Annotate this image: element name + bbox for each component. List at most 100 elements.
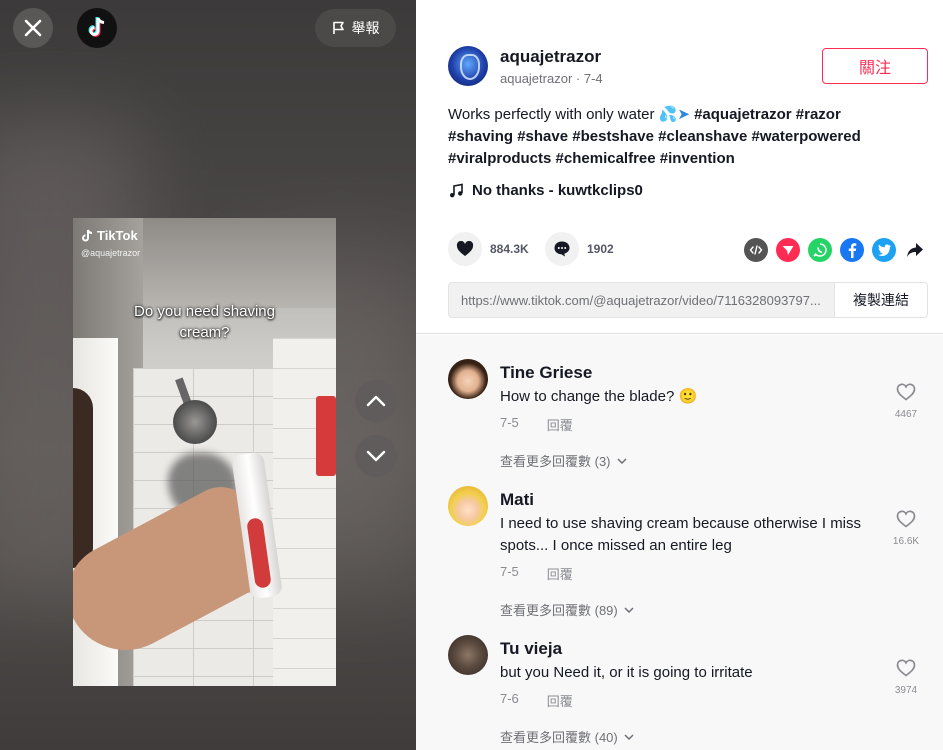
commenter-name[interactable]: Mati <box>500 490 534 510</box>
hashtag[interactable]: #razor <box>796 106 841 123</box>
caption-line: Do you need shaving <box>134 303 275 320</box>
report-label: 舉報 <box>351 20 380 36</box>
hashtag[interactable]: #cleanshave <box>658 128 747 145</box>
view-more-replies[interactable]: 查看更多回覆數 (89) <box>500 600 634 619</box>
music-link[interactable]: No thanks - kuwtkclips0 <box>448 182 643 199</box>
facebook-icon[interactable] <box>840 238 864 262</box>
whatsapp-icon[interactable] <box>808 238 832 262</box>
commenter-name[interactable]: Tine Griese <box>500 363 592 383</box>
description-emoji: 💦➤ <box>658 106 690 123</box>
video-scene <box>73 388 93 568</box>
twitter-glyph <box>878 244 891 256</box>
like-circle <box>448 232 482 266</box>
watermark-user: @aquajetrazor <box>81 248 141 258</box>
comment-date: 7-5 <box>500 564 519 579</box>
heart-icon <box>456 241 474 256</box>
heart-outline-icon <box>896 510 916 528</box>
view-more-label: 查看更多回覆數 (3) <box>500 454 611 469</box>
chevron-down-icon <box>616 457 627 464</box>
hashtag[interactable]: #bestshave <box>572 128 654 145</box>
comment-list: Tine Griese How to change the blade? 🙂 7… <box>416 335 943 750</box>
reply-button[interactable]: 回覆 <box>547 415 573 434</box>
commenter-avatar[interactable] <box>448 359 488 399</box>
previous-video-button[interactable] <box>355 380 397 422</box>
details-pane: aquajetrazor aquajetrazor · 7-4 關注 Works… <box>416 0 943 750</box>
author-handle[interactable]: aquajetrazor <box>500 71 572 86</box>
comment-date: 7-6 <box>500 691 519 706</box>
code-glyph <box>749 245 763 255</box>
comment-like-count: 3974 <box>894 685 918 696</box>
video-player[interactable]: TikTok @aquajetrazor Do you need shaving… <box>73 218 336 686</box>
separator: · <box>575 71 584 86</box>
share-arrow-icon[interactable] <box>904 238 926 262</box>
view-more-replies[interactable]: 查看更多回覆數 (40) <box>500 727 634 746</box>
author-name[interactable]: aquajetrazor <box>500 47 601 67</box>
video-watermark: TikTok <box>81 228 138 243</box>
view-more-label: 查看更多回覆數 (40) <box>500 730 618 745</box>
hashtag[interactable]: #shaving <box>448 128 513 145</box>
whatsapp-glyph <box>813 243 827 257</box>
watermark-text: TikTok <box>97 228 138 243</box>
chevron-up-icon <box>366 395 386 407</box>
chevron-down-icon <box>624 733 634 740</box>
tiktok-note-icon <box>82 229 93 242</box>
hashtag[interactable]: #shave <box>517 128 568 145</box>
follow-button[interactable]: 關注 <box>822 48 928 84</box>
copy-link-button[interactable]: 複製連結 <box>834 283 927 317</box>
commenter-avatar[interactable] <box>448 635 488 675</box>
comment-like-button[interactable]: 3974 <box>888 659 924 696</box>
reply-button[interactable]: 回覆 <box>547 564 573 583</box>
hashtag[interactable]: #aquajetrazor <box>694 106 792 123</box>
comment-text: but you Need it, or it is going to irrit… <box>500 664 753 681</box>
next-video-button[interactable] <box>355 435 397 477</box>
video-description: Works perfectly with only water 💦➤ #aqua… <box>448 104 908 170</box>
video-scene <box>273 338 336 686</box>
video-pane: 舉報 TikTok @aquajetrazor Do you need shav… <box>0 0 416 750</box>
reply-button[interactable]: 回覆 <box>547 691 573 710</box>
comment-like-button[interactable]: 16.6K <box>888 510 924 547</box>
music-title: No thanks - kuwtkclips0 <box>472 182 643 199</box>
flag-icon <box>332 21 344 34</box>
comment-circle <box>545 232 579 266</box>
like-button[interactable]: 884.3K <box>448 232 529 266</box>
comment-text: How to change the blade? 🙂 <box>500 388 698 405</box>
post-date: 7-4 <box>583 71 603 86</box>
hashtag[interactable]: #chemicalfree <box>556 150 656 167</box>
video-scene <box>316 396 336 476</box>
comment-meta: 7-6 回覆 <box>500 691 573 710</box>
like-count: 884.3K <box>490 242 529 256</box>
heart-outline-icon <box>896 383 916 401</box>
commenter-name[interactable]: Tu vieja <box>500 639 562 659</box>
report-button[interactable]: 舉報 <box>315 9 396 47</box>
video-url[interactable]: https://www.tiktok.com/@aquajetrazor/vid… <box>461 293 835 308</box>
send-glyph <box>782 246 794 255</box>
comment-meta: 7-5 回覆 <box>500 415 573 434</box>
video-info: aquajetrazor aquajetrazor · 7-4 關注 Works… <box>416 0 943 334</box>
comment-meta: 7-5 回覆 <box>500 564 573 583</box>
comment-button[interactable]: 1902 <box>545 232 614 266</box>
share-actions <box>744 238 926 262</box>
tiktok-logo-icon <box>88 17 105 37</box>
hashtag[interactable]: #waterpowered <box>752 128 861 145</box>
comment-date: 7-5 <box>500 415 519 430</box>
commenter-avatar[interactable] <box>448 486 488 526</box>
author-avatar[interactable] <box>448 46 488 86</box>
embed-icon[interactable] <box>744 238 768 262</box>
comment-icon <box>554 241 570 257</box>
share-glyph <box>907 243 923 257</box>
tiktok-logo[interactable] <box>77 8 117 48</box>
view-more-replies[interactable]: 查看更多回覆數 (3) <box>500 451 627 470</box>
close-button[interactable] <box>13 8 53 48</box>
chevron-down-icon <box>366 450 386 462</box>
send-icon[interactable] <box>776 238 800 262</box>
comment-count: 1902 <box>587 242 614 256</box>
comment-like-button[interactable]: 4467 <box>888 383 924 420</box>
video-scene <box>173 400 217 444</box>
comment-text: I need to use shaving cream because othe… <box>500 515 862 554</box>
close-icon <box>24 19 42 37</box>
music-note-icon <box>450 183 463 197</box>
hashtag[interactable]: #invention <box>660 150 735 167</box>
hashtag[interactable]: #viralproducts <box>448 150 551 167</box>
twitter-icon[interactable] <box>872 238 896 262</box>
video-link-bar: https://www.tiktok.com/@aquajetrazor/vid… <box>448 282 928 318</box>
